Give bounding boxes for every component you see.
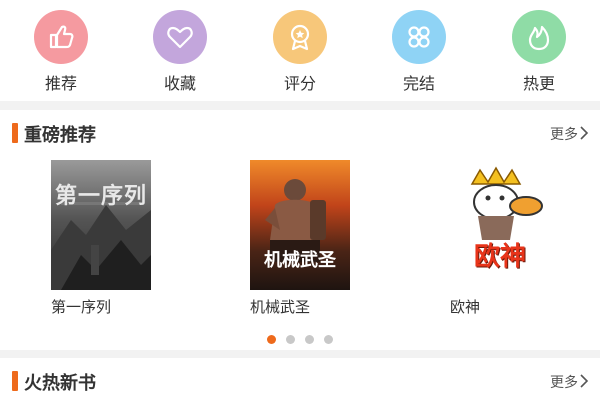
featured-section: 重磅推荐 更多 第一序列 第一序列 机械武圣 机械武圣 欧神 欧神 — [0, 110, 600, 350]
book-cover: 机械武圣 — [250, 160, 350, 290]
carousel-dot[interactable] — [286, 335, 295, 344]
section-accent-bar — [12, 123, 18, 143]
book-cover: 第一序列 — [51, 160, 151, 290]
cover-title: 第一序列 — [54, 183, 147, 209]
cover-title: 欧神 — [473, 242, 526, 272]
clover-grid-icon — [392, 10, 446, 64]
section-title: 火热新书 — [24, 373, 96, 394]
category-label: 评分 — [283, 74, 316, 93]
chevron-right-icon — [580, 126, 589, 140]
carousel-indicator — [0, 335, 600, 345]
category-completed[interactable]: 完结 — [379, 10, 459, 94]
book-card[interactable]: 机械武圣 机械武圣 — [250, 160, 352, 317]
book-card[interactable]: 第一序列 第一序列 — [51, 160, 153, 317]
book-card[interactable]: 欧神 欧神 — [450, 160, 552, 317]
category-rating[interactable]: 评分 — [260, 10, 340, 94]
cover-title: 机械武圣 — [264, 250, 336, 271]
book-title: 第一序列 — [51, 298, 112, 316]
category-label: 完结 — [402, 74, 435, 93]
category-favorites[interactable]: 收藏 — [140, 10, 220, 94]
carousel-dot[interactable] — [267, 335, 276, 344]
carousel-dot[interactable] — [305, 335, 314, 344]
carousel-dot[interactable] — [324, 335, 333, 344]
chevron-right-icon — [580, 374, 589, 388]
more-link[interactable]: 更多 — [550, 124, 578, 144]
book-title: 机械武圣 — [250, 298, 311, 316]
category-label: 收藏 — [163, 74, 196, 93]
section-title: 重磅推荐 — [24, 125, 96, 146]
category-recommend[interactable]: 推荐 — [21, 10, 101, 94]
category-label: 推荐 — [44, 74, 77, 93]
section-accent-bar — [12, 371, 18, 391]
flame-icon — [512, 10, 566, 64]
thumbs-up-icon — [34, 10, 88, 64]
heart-icon — [153, 10, 207, 64]
book-title: 欧神 — [450, 298, 481, 316]
more-link[interactable]: 更多 — [550, 372, 578, 392]
category-bar: 推荐 收藏 评分 完结 热更 — [0, 0, 600, 101]
award-medal-icon — [273, 10, 327, 64]
category-label: 热更 — [522, 74, 555, 93]
category-hot-update[interactable]: 热更 — [499, 10, 579, 94]
hot-new-section: 火热新书 更多 — [0, 358, 600, 400]
book-cover: 欧神 — [450, 160, 550, 290]
